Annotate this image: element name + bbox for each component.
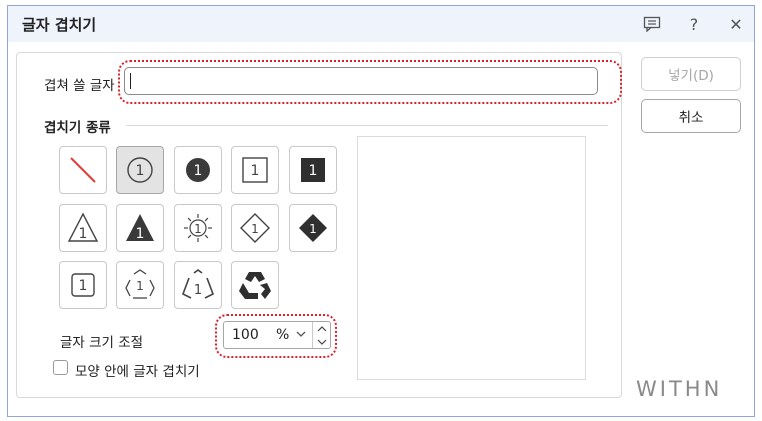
inside-shape-checkbox[interactable] [53, 360, 68, 375]
shape-sun-burst[interactable]: 1 [174, 204, 222, 252]
shape-diamond-filled[interactable]: 1 [289, 204, 337, 252]
shape-circle-outline[interactable]: 1 [116, 146, 164, 194]
shape-square-filled[interactable]: 1 [289, 146, 337, 194]
triangle-outline-icon: 1 [67, 212, 99, 242]
text-caret [130, 73, 131, 89]
svg-text:1: 1 [136, 226, 145, 242]
brand-logo: WITHN [636, 377, 723, 401]
shape-recycle-outline-1[interactable]: 1 [116, 261, 164, 309]
svg-text:1: 1 [136, 279, 144, 293]
svg-text:1: 1 [251, 163, 260, 179]
svg-text:1: 1 [309, 222, 317, 236]
shape-triangle-outline[interactable]: 1 [59, 204, 107, 252]
svg-text:1: 1 [252, 281, 259, 294]
rounded-square-outline-icon: 1 [71, 273, 95, 297]
square-outline-icon: 1 [242, 157, 268, 183]
svg-text:1: 1 [194, 163, 203, 179]
circle-outline-icon: 1 [127, 157, 153, 183]
help-button[interactable]: ? [682, 12, 706, 36]
comment-icon[interactable] [640, 12, 664, 36]
inside-shape-label: 모양 안에 글자 겹치기 [75, 364, 200, 380]
triangle-filled-icon: 1 [126, 214, 154, 242]
shape-recycle-triangle[interactable]: 1 [174, 261, 222, 309]
svg-text:1: 1 [251, 222, 259, 236]
preview-box [357, 136, 586, 380]
square-filled-icon: 1 [301, 158, 325, 182]
title-bar: 글자 겹치기 ? ✕ [8, 6, 754, 42]
svg-text:1: 1 [194, 222, 202, 236]
shape-rounded-square-outline[interactable]: 1 [59, 261, 107, 309]
size-value[interactable]: 100 [232, 327, 259, 343]
shape-recycle-filled[interactable]: 1 [231, 261, 279, 309]
sun-burst-icon: 1 [184, 214, 212, 242]
diamond-outline-icon: 1 [240, 213, 270, 243]
svg-text:1: 1 [79, 226, 88, 242]
none-slash-icon [70, 157, 96, 183]
recycle-outline-1-icon: 1 [125, 269, 155, 299]
shape-circle-filled[interactable]: 1 [174, 146, 222, 194]
insert-button[interactable]: 넣기(D) [641, 57, 741, 91]
recycle-filled-icon: 1 [239, 272, 271, 299]
recycle-triangle-icon: 1 [181, 269, 215, 299]
spin-arrows [312, 322, 331, 348]
overlap-text-input[interactable] [124, 67, 598, 95]
size-spinbox[interactable]: 100 % [223, 321, 331, 349]
section-title: 겹치기 종류 [44, 120, 111, 136]
shape-diamond-outline[interactable]: 1 [231, 204, 279, 252]
close-button[interactable]: ✕ [724, 12, 748, 36]
shape-triangle-filled[interactable]: 1 [116, 204, 164, 252]
overlap-text-label: 겹쳐 쓸 글자 [44, 78, 115, 94]
svg-text:1: 1 [79, 278, 88, 294]
section-divider [126, 125, 608, 126]
shape-square-outline[interactable]: 1 [231, 146, 279, 194]
shape-none-slash[interactable] [59, 146, 107, 194]
cancel-button[interactable]: 취소 [641, 99, 741, 133]
dialog-title: 글자 겹치기 [22, 16, 97, 34]
circle-filled-icon: 1 [186, 158, 210, 182]
svg-text:1: 1 [309, 163, 318, 179]
size-unit: % [276, 327, 290, 343]
svg-text:1: 1 [194, 283, 202, 298]
size-label: 글자 크기 조절 [60, 335, 144, 351]
spin-up-icon[interactable] [313, 322, 331, 335]
diamond-filled-icon: 1 [299, 214, 327, 242]
svg-text:1: 1 [136, 163, 145, 179]
chevron-down-icon[interactable] [296, 326, 306, 345]
spin-down-icon[interactable] [313, 335, 331, 348]
